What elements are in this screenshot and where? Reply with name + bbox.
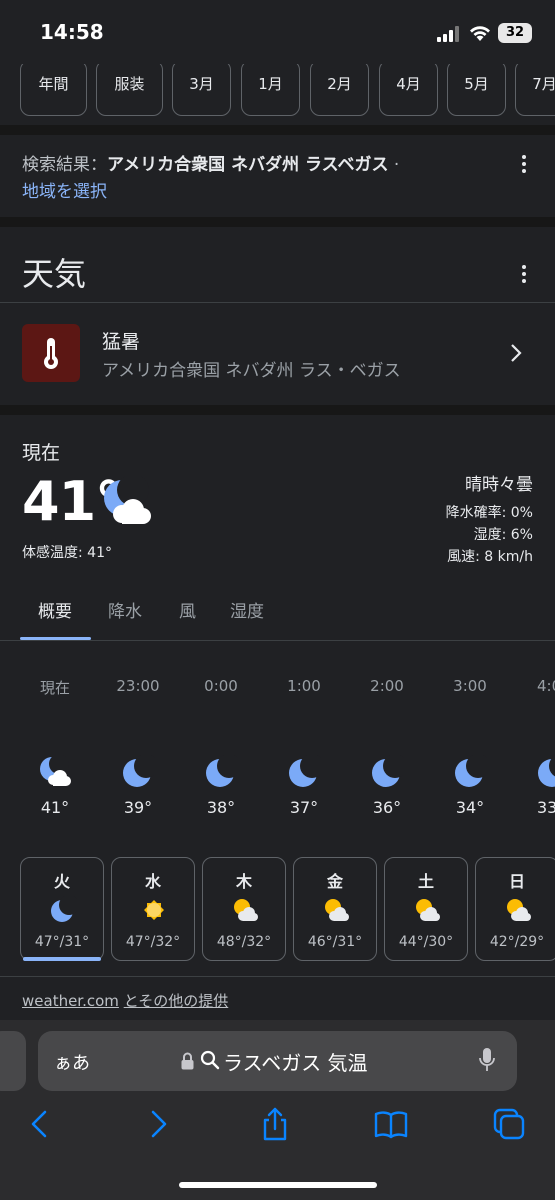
- day-name: 水: [144, 872, 161, 891]
- lock-icon: [181, 1052, 194, 1070]
- section-divider: [0, 217, 555, 227]
- moon-icon: [455, 755, 487, 787]
- status-time: 14:58: [40, 20, 104, 44]
- thermometer-icon: [22, 324, 80, 382]
- hour-temp: 36°: [372, 798, 402, 817]
- tab-overview[interactable]: 概要: [38, 597, 72, 622]
- divider: [0, 976, 555, 977]
- day-name: 木: [235, 872, 252, 891]
- sun-cloud-icon: [325, 899, 349, 921]
- day-name: 日: [508, 872, 525, 891]
- moon-icon: [51, 896, 77, 922]
- condition-text: 晴時々曇: [465, 475, 533, 495]
- hour-time: 4:0: [537, 677, 555, 695]
- sun-cloud-icon: [234, 899, 258, 921]
- chip-march[interactable]: 3月: [172, 64, 231, 116]
- hour-temp: 41°: [40, 798, 70, 817]
- chip-annual[interactable]: 年間: [20, 64, 87, 116]
- weather-title: 天気: [22, 255, 87, 293]
- hour-time: 23:00: [116, 677, 160, 695]
- divider: [0, 640, 555, 641]
- suggestion-chips: 年間 服装 3月 1月 2月 4月 5月 7月: [0, 64, 555, 120]
- back-icon[interactable]: [22, 1106, 58, 1142]
- day-temps: 42°/29°: [489, 934, 545, 950]
- tab-wind[interactable]: 風: [179, 597, 196, 622]
- hour-temp: 33: [537, 798, 555, 817]
- moon-cloud-icon: [104, 476, 151, 524]
- battery-indicator: 32: [498, 23, 532, 43]
- hour-temp: 37°: [289, 798, 319, 817]
- cellular-signal-icon: [437, 26, 459, 42]
- hour-time: 1:00: [287, 677, 321, 695]
- tab-precipitation[interactable]: 降水: [108, 597, 142, 622]
- hour-time: 0:00: [204, 677, 238, 695]
- hour-time: 3:00: [453, 677, 487, 695]
- day-temps: 47°/31°: [34, 934, 90, 950]
- day-card[interactable]: 金 46°/31°: [293, 857, 377, 961]
- chip-may[interactable]: 5月: [447, 64, 506, 116]
- day-name: 金: [326, 872, 343, 891]
- moon-icon: [206, 755, 238, 787]
- chip-clothing[interactable]: 服装: [96, 64, 163, 116]
- moon-icon: [123, 755, 155, 787]
- tabs-icon[interactable]: [491, 1106, 527, 1142]
- weather-more-icon[interactable]: [521, 265, 527, 285]
- page-settings-button[interactable]: ぁあ: [54, 1049, 90, 1075]
- sun-icon: [144, 900, 164, 920]
- humidity: 湿度: 6%: [473, 527, 533, 543]
- moon-cloud-icon: [40, 755, 71, 786]
- wind-speed: 風速: 8 km/h: [447, 549, 533, 565]
- share-icon[interactable]: [257, 1106, 293, 1142]
- home-indicator: [179, 1182, 377, 1188]
- divider: [0, 302, 555, 303]
- current-label: 現在: [22, 442, 61, 464]
- day-temps: 44°/30°: [398, 934, 454, 950]
- chip-april[interactable]: 4月: [379, 64, 438, 116]
- feels-like: 体感温度: 41°: [22, 545, 112, 561]
- day-name: 土: [417, 872, 434, 891]
- tab-humidity[interactable]: 湿度: [230, 597, 264, 622]
- day-card[interactable]: 木 48°/32°: [202, 857, 286, 961]
- chip-january[interactable]: 1月: [241, 64, 300, 116]
- day-card[interactable]: 土 44°/30°: [384, 857, 468, 961]
- moon-icon: [289, 755, 321, 787]
- chevron-right-icon[interactable]: [507, 342, 525, 364]
- hour-temp: 38°: [206, 798, 236, 817]
- region-more-icon[interactable]: [521, 155, 527, 175]
- sun-cloud-icon: [416, 899, 440, 921]
- select-region-link[interactable]: 地域を選択: [22, 177, 107, 202]
- wifi-icon: [470, 26, 490, 41]
- heat-alert-title[interactable]: 猛暑: [102, 327, 140, 354]
- chip-february[interactable]: 2月: [310, 64, 369, 116]
- day-card[interactable]: 水 47°/32°: [111, 857, 195, 961]
- previous-tab-preview[interactable]: [0, 1031, 26, 1091]
- hour-temp: 39°: [123, 798, 153, 817]
- precip-chance: 降水確率: 0%: [445, 505, 533, 521]
- forward-icon[interactable]: [140, 1106, 176, 1142]
- heat-alert-location: アメリカ合衆国 ネバダ州 ラス・ベガス: [102, 361, 401, 381]
- selected-day-indicator: [23, 957, 101, 961]
- bookmarks-icon[interactable]: [373, 1106, 409, 1142]
- moon-icon: [372, 755, 404, 787]
- day-card[interactable]: 火 47°/31°: [20, 857, 104, 961]
- section-divider: [0, 125, 555, 135]
- sun-cloud-icon: [507, 899, 531, 921]
- day-temps: 46°/31°: [307, 934, 363, 950]
- day-temps: 47°/32°: [125, 934, 181, 950]
- microphone-icon[interactable]: [479, 1046, 495, 1074]
- moon-icon: [538, 755, 555, 787]
- data-source[interactable]: weather.com とその他の提供: [22, 990, 228, 1011]
- hour-time: 2:00: [370, 677, 404, 695]
- day-card[interactable]: 日 42°/29°: [475, 857, 555, 961]
- day-temps: 48°/32°: [216, 934, 272, 950]
- search-query[interactable]: ラスベガス 気温: [223, 1047, 368, 1076]
- day-name: 火: [53, 872, 70, 891]
- hour-temp: 34°: [455, 798, 485, 817]
- section-divider: [0, 405, 555, 415]
- search-icon: [200, 1050, 220, 1070]
- hour-time: 現在: [39, 679, 70, 697]
- chip-july[interactable]: 7月: [515, 64, 555, 116]
- search-region: 検索結果：アメリカ合衆国 ネバダ州 ラスベガス ·: [22, 155, 400, 175]
